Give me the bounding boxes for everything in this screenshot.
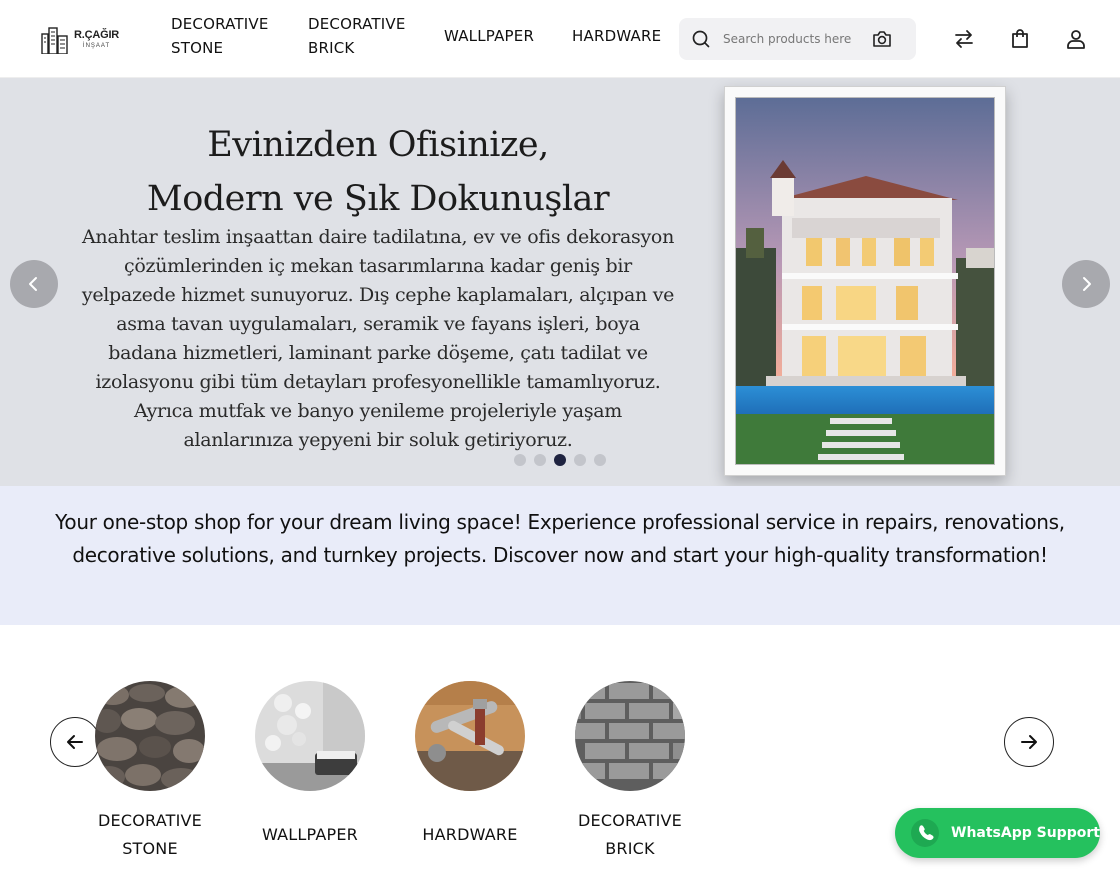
nav-label-line1: DECORATIVE xyxy=(308,15,406,33)
hero-prev-button[interactable] xyxy=(10,260,58,308)
whatsapp-phone-icon xyxy=(911,819,939,847)
whatsapp-label: WhatsApp Support xyxy=(951,825,1100,841)
shopping-bag-icon[interactable] xyxy=(1008,27,1032,51)
hero-house-image-frame xyxy=(724,86,1006,476)
slider-dot-2[interactable] xyxy=(534,454,546,466)
category-label-line1: DECORATIVE xyxy=(578,811,682,830)
hero-description: Anahtar teslim inşaattan daire tadilatın… xyxy=(81,226,675,451)
logo-subtitle: İNŞAAT xyxy=(82,42,111,49)
hero-slider: Evinizden Ofisinize, Modern ve Şık Dokun… xyxy=(0,78,1120,486)
arrow-right-icon xyxy=(1021,735,1037,749)
promo-banner-text: Your one-stop shop for your dream living… xyxy=(55,510,1065,567)
chevron-left-icon xyxy=(29,277,37,291)
slider-dot-1[interactable] xyxy=(514,454,526,466)
logo-text: R.ÇAĞIR İNŞAAT xyxy=(74,28,120,49)
nav-decorative-brick[interactable]: DECORATIVE BRICK xyxy=(308,12,418,60)
category-image-stone xyxy=(95,681,205,791)
search-icon[interactable] xyxy=(691,29,711,49)
hero-title-line1: Evinizden Ofisinize, xyxy=(207,125,549,165)
logo[interactable]: R.ÇAĞIR İNŞAAT xyxy=(40,22,124,56)
nav-wallpaper[interactable]: WALLPAPER xyxy=(444,24,534,48)
logo-name: R.ÇAĞIR xyxy=(74,28,120,41)
category-label: HARDWARE xyxy=(422,825,518,844)
category-image-brick xyxy=(575,681,685,791)
arrow-left-icon xyxy=(67,735,83,749)
slider-dot-3[interactable] xyxy=(554,454,566,466)
compare-arrows-icon[interactable] xyxy=(952,27,976,51)
hero-title: Evinizden Ofisinize, Modern ve Şık Dokun… xyxy=(100,118,656,226)
category-label-line2: STONE xyxy=(122,839,178,858)
slider-dot-4[interactable] xyxy=(574,454,586,466)
nav-label-line1: DECORATIVE xyxy=(171,15,269,33)
search-input[interactable] xyxy=(723,28,863,50)
nav-label-line2: BRICK xyxy=(308,39,355,57)
camera-icon[interactable] xyxy=(871,29,893,49)
hero-title-line2: Modern ve Şık Dokunuşlar xyxy=(146,179,610,219)
search-bar xyxy=(679,18,916,60)
category-label: DECORATIVE BRICK xyxy=(560,807,700,863)
category-image-hardware xyxy=(415,681,525,791)
promo-banner: Your one-stop shop for your dream living… xyxy=(0,486,1120,625)
site-header: R.ÇAĞIR İNŞAAT DECORATIVE STONE DECORATI… xyxy=(0,0,1120,78)
house-photo xyxy=(736,98,994,464)
slider-dot-5[interactable] xyxy=(594,454,606,466)
category-label-line1: DECORATIVE xyxy=(98,811,202,830)
user-account-icon[interactable] xyxy=(1064,27,1088,51)
building-logo-icon xyxy=(41,27,68,54)
nav-hardware[interactable]: HARDWARE xyxy=(572,24,661,48)
hero-next-button[interactable] xyxy=(1062,260,1110,308)
slider-pagination xyxy=(514,454,606,466)
category-image-wallpaper xyxy=(255,681,365,791)
category-label: WALLPAPER xyxy=(262,825,358,844)
chevron-right-icon xyxy=(1083,277,1091,291)
category-label: DECORATIVE STONE xyxy=(80,807,220,863)
category-label-line2: BRICK xyxy=(605,839,655,858)
whatsapp-support-button[interactable]: WhatsApp Support xyxy=(895,808,1100,858)
nav-decorative-stone[interactable]: DECORATIVE STONE xyxy=(171,12,281,60)
categories-next-button[interactable] xyxy=(1004,717,1054,767)
nav-label-line2: STONE xyxy=(171,39,224,57)
categories-prev-button[interactable] xyxy=(50,717,100,767)
